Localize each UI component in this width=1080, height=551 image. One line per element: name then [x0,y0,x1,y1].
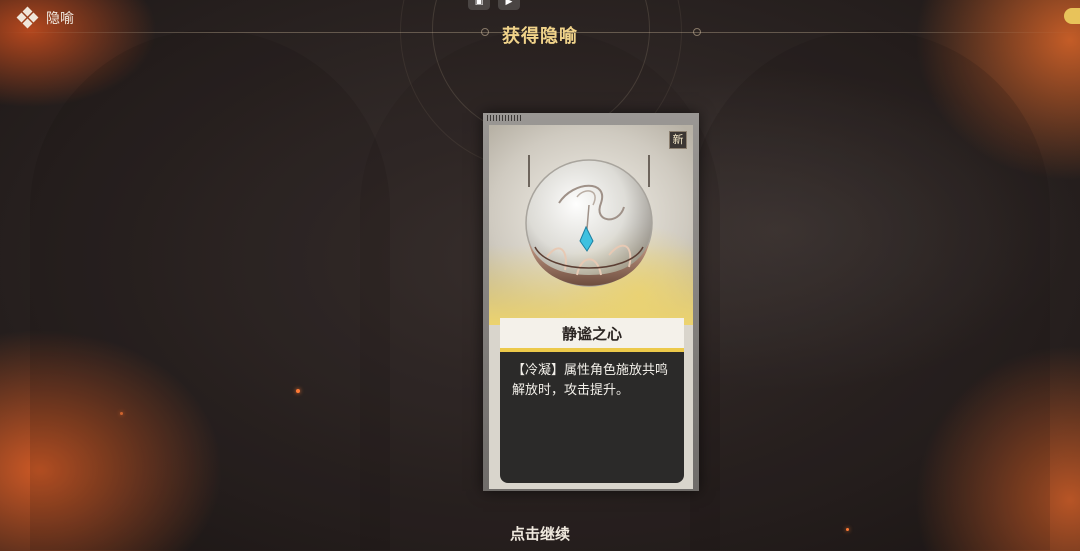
background-arch [30,30,390,550]
card-art: 新 [489,125,693,325]
background-arch [690,30,1050,550]
card-name: 静谧之心 [500,318,684,352]
card-barcode [487,115,521,121]
card-body: 新 静谧之心 【冷凝】属性角色施放共鸣解放时，攻击提升。 [489,125,693,489]
tap-to-continue[interactable]: 点击继续 [0,523,1080,544]
recording-status-bar: ▣ ▶ [468,0,520,10]
new-badge: 新 [669,131,687,149]
ember-particle [296,389,300,393]
ember-particle [120,412,123,415]
card-description: 【冷凝】属性角色施放共鸣解放时，攻击提升。 [500,352,684,483]
glass-orb-pendant-icon [525,155,653,287]
video-icon[interactable]: ▶ [498,0,520,10]
metaphor-card[interactable]: 新 静谧之心 【冷凝】属性角色施放共鸣解放时，攻击提升。 [483,113,699,491]
layout-icon[interactable]: ▣ [468,0,490,10]
page-title: 获得隐喻 [502,26,578,47]
